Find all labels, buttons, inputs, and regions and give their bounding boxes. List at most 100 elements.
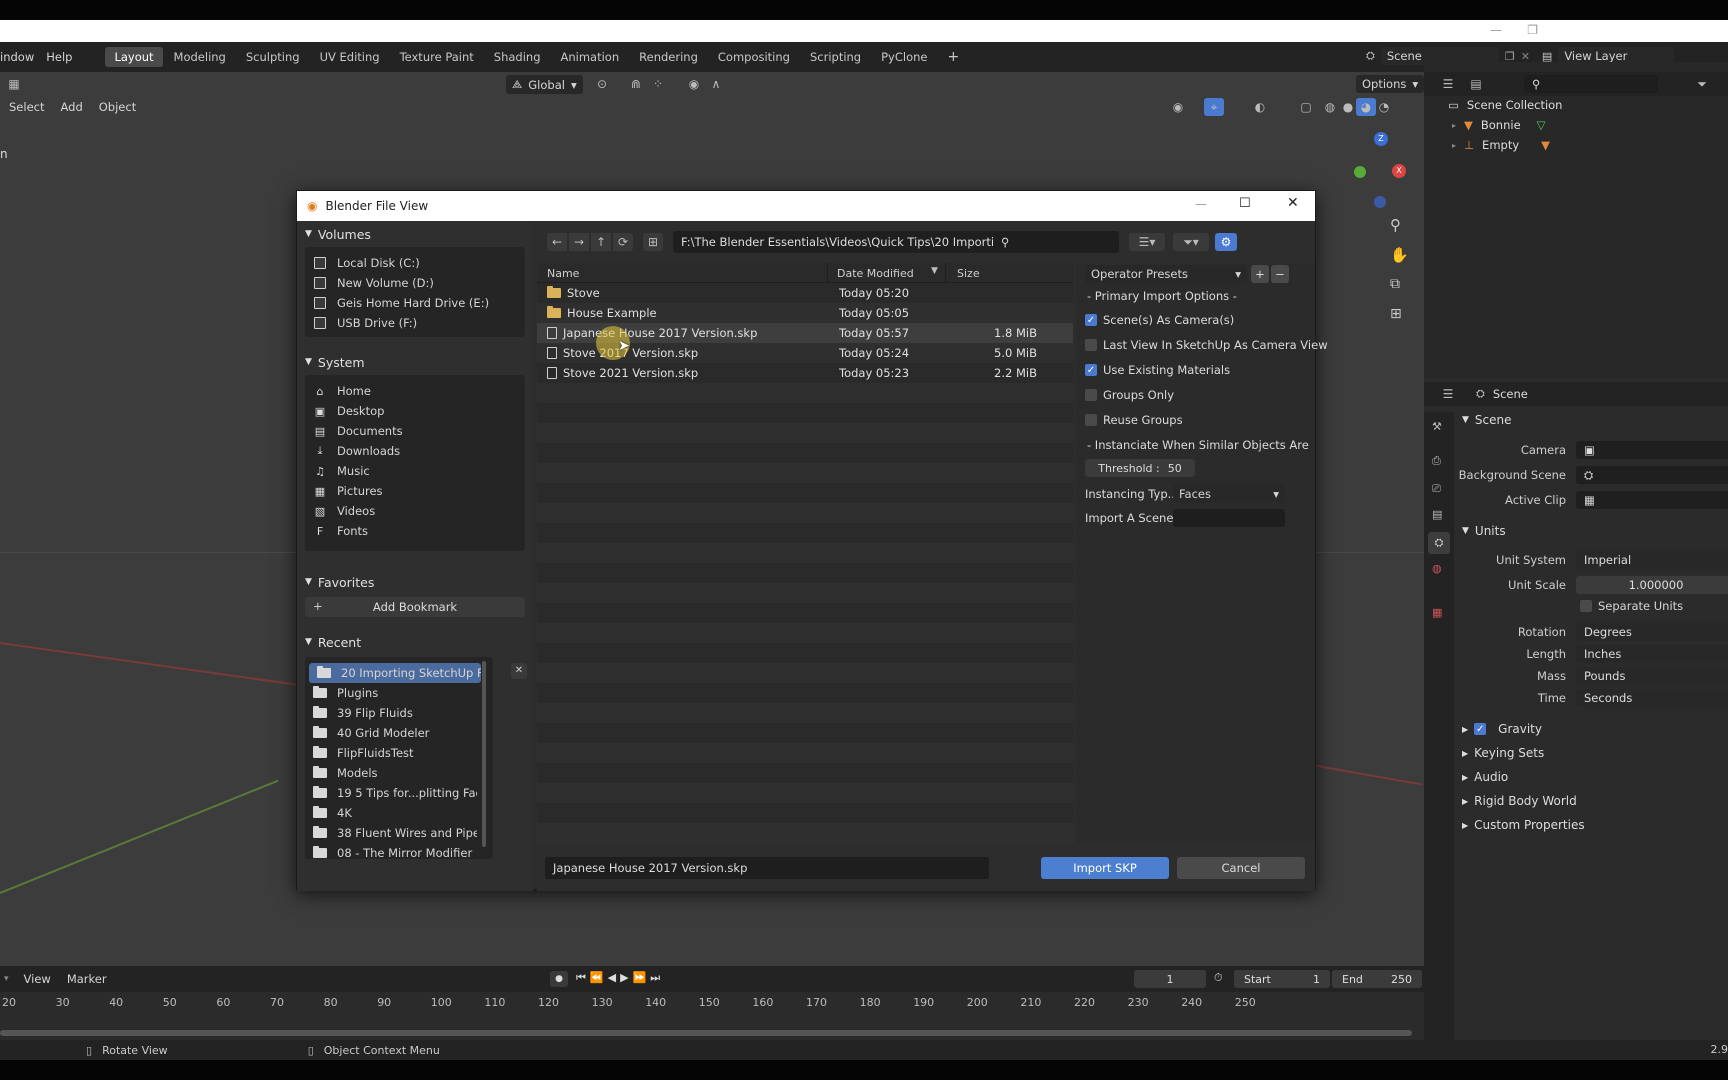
copy-scene-icon[interactable]: ❐ [1505,50,1515,63]
active-clip-field[interactable]: ▦ [1576,491,1728,509]
restore-icon[interactable]: ❐ [1527,23,1538,37]
last-view-checkbox[interactable] [1085,339,1097,351]
scene-collection-row[interactable]: ▭ Scene Collection [1448,98,1562,112]
menu-window[interactable]: indow [0,50,40,64]
filename-input[interactable]: Japanese House 2017 Version.skp [545,857,989,879]
operator-presets-dropdown[interactable]: Operator Presets ▾ [1085,265,1247,283]
start-frame-field[interactable]: Start 1 [1234,970,1330,988]
recent-item[interactable]: 19 5 Tips for...plitting Faces [305,783,477,803]
favorites-header[interactable]: ▼ Favorites [297,571,533,593]
tab-rendering[interactable]: Rendering [630,47,707,67]
timeline-menu-view[interactable]: View [17,970,58,988]
minimize-icon[interactable]: — [1195,197,1207,211]
properties-type-icon[interactable]: ☰ [1438,385,1458,403]
import-skp-button[interactable]: Import SKP [1041,857,1169,879]
use-existing-materials-row[interactable]: ✓ Use Existing Materials [1085,363,1230,377]
visibility-icon[interactable]: ◉ [1168,98,1188,116]
last-view-row[interactable]: Last View In SketchUp As Camera View [1085,338,1328,352]
separate-units-row[interactable]: Separate Units [1580,599,1683,613]
unit-system-dropdown[interactable]: Imperial [1576,551,1728,569]
tab-compositing[interactable]: Compositing [709,47,799,67]
length-dropdown[interactable]: Inches [1576,645,1728,663]
file-row[interactable]: Stove 2021 Version.skp Today 05:23 2.2 MiB [537,363,1073,383]
rendered-shading-icon[interactable]: ◔ [1374,98,1394,116]
tab-uv-editing[interactable]: UV Editing [311,47,389,67]
material-shading-icon[interactable]: ◕ [1356,98,1376,116]
system-item-pictures[interactable]: ▦ Pictures [305,481,525,501]
instancing-type-dropdown[interactable]: Faces ▾ [1173,485,1285,503]
falloff-icon[interactable]: ∧ [706,75,726,93]
xray-icon[interactable]: ▢ [1296,98,1316,116]
timeline-menu-marker[interactable]: Marker [60,970,114,988]
system-item-home[interactable]: ⌂ Home [305,381,525,401]
groups-only-row[interactable]: Groups Only [1085,388,1174,402]
tab-animation[interactable]: Animation [552,47,629,67]
add-workspace-plus-icon[interactable]: + [938,46,968,68]
units-section-header[interactable]: ▼ Units [1462,524,1506,538]
system-item-videos[interactable]: ▧ Videos [305,501,525,521]
end-frame-field[interactable]: End 250 [1332,970,1422,988]
play-reverse-icon[interactable]: ◀ [608,971,616,985]
timeline-scrollbar[interactable] [0,1030,1412,1036]
sort-descending-icon[interactable]: ▼ [931,266,938,276]
outliner-type-icon[interactable]: ☰ [1438,75,1458,93]
remove-preset-minus-icon[interactable]: − [1271,265,1289,283]
filter-icon[interactable]: ⏷▾ [1173,233,1209,251]
axis-x-icon[interactable]: X [1392,164,1406,178]
import-scene-input[interactable] [1173,509,1285,527]
scenes-as-cameras-row[interactable]: ✓ Scene(s) As Camera(s) [1085,313,1234,327]
background-scene-field[interactable]: ⛭ [1576,466,1728,484]
recent-item[interactable]: 38 Fluent Wires and Pipes [305,823,477,843]
refresh-icon[interactable]: ⟳ [613,233,633,251]
groups-only-checkbox[interactable] [1085,389,1097,401]
keying-sets-section[interactable]: ▶ Keying Sets [1462,746,1544,760]
current-frame-field[interactable]: 1 [1134,970,1206,988]
volume-item[interactable]: New Volume (D:) [305,273,525,293]
close-scene-icon[interactable]: ✕ [1521,50,1530,63]
snap-grid-icon[interactable]: ⁘ [648,75,668,93]
recent-item[interactable]: FlipFluidsTest [305,743,477,763]
audio-section[interactable]: ▶ Audio [1462,770,1508,784]
tab-pyclone[interactable]: PyClone [872,47,936,67]
recent-item[interactable]: Models [305,763,477,783]
forward-arrow-icon[interactable]: → [569,233,589,251]
recent-item[interactable]: 08 - The Mirror Modifier [305,843,477,863]
custom-properties-section[interactable]: ▶ Custom Properties [1462,818,1585,832]
gravity-checkbox[interactable]: ✓ [1474,723,1487,735]
next-keyframe-icon[interactable]: ⏩ [633,971,647,985]
wireframe-shading-icon[interactable]: ◍ [1320,98,1340,116]
tab-sculpting[interactable]: Sculpting [237,47,309,67]
gizmo-icon[interactable]: ⌖ [1204,98,1224,116]
volume-item[interactable]: Local Disk (C:) [305,253,525,273]
solid-shading-icon[interactable]: ● [1338,98,1358,116]
scenes-as-cameras-checkbox[interactable]: ✓ [1085,314,1097,326]
menu-select[interactable]: Select [2,98,51,116]
column-size[interactable]: Size [957,267,980,280]
timeline-ruler[interactable]: 20 30 40 50 60 70 80 90 100 110 120 130 140 150 160 170… [0,992,1424,1016]
volume-item[interactable]: USB Drive (F:) [305,313,525,333]
texture-tab-icon[interactable]: ▦ [1432,606,1442,619]
mass-dropdown[interactable]: Pounds [1576,667,1728,685]
proportional-icon[interactable]: ◉ [684,75,704,93]
reuse-groups-row[interactable]: Reuse Groups [1085,413,1183,427]
recent-item[interactable]: 40 Grid Modeler [305,723,477,743]
recent-item[interactable]: 4K [305,803,477,823]
path-input[interactable]: F:\The Blender Essentials\Videos\Quick T… [673,231,1015,253]
mode-icon[interactable]: ▦ [4,75,24,93]
perspective-grid-icon[interactable]: ⊞ [1390,306,1402,322]
cancel-button[interactable]: Cancel [1177,857,1305,879]
outliner-item-empty[interactable]: ▸ ⊥ Empty ▼ [1452,138,1550,152]
axis-z-icon[interactable]: Z [1374,132,1388,146]
outliner-item-bonnie[interactable]: ▸ ▼ Bonnie ▽ [1452,118,1546,132]
volume-item[interactable]: Geis Home Hard Drive (E:) [305,293,525,313]
recent-item[interactable]: 39 Flip Fluids [305,703,477,723]
tab-layout[interactable]: Layout [105,47,163,67]
display-mode-icon[interactable]: ☰▾ [1129,233,1165,251]
filter-icon[interactable]: ⏷ [1692,75,1712,93]
navigation-gizmo[interactable]: Z X [1334,130,1414,210]
column-date[interactable]: Date Modified [837,267,914,280]
rigid-body-section[interactable]: ▶ Rigid Body World [1462,794,1577,808]
menu-help[interactable]: Help [40,50,78,64]
snap-magnet-icon[interactable]: ⋒ [626,75,646,93]
system-item-documents[interactable]: ▤ Documents [305,421,525,441]
